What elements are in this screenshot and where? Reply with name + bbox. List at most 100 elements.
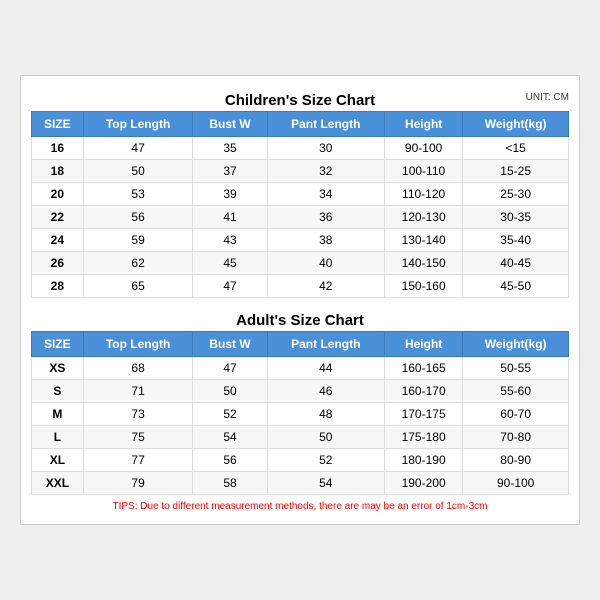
table-cell: 43 (193, 229, 267, 252)
table-row: 22564136120-13030-35 (32, 206, 569, 229)
table-cell: 50 (83, 160, 193, 183)
table-cell: 15-25 (463, 160, 569, 183)
table-cell: L (32, 426, 84, 449)
table-cell: 50 (193, 380, 267, 403)
table-cell: 16 (32, 137, 84, 160)
table-cell: 71 (83, 380, 193, 403)
table-cell: 50 (267, 426, 384, 449)
table-row: 1647353090-100<15 (32, 137, 569, 160)
children-col-weight: Weight(kg) (463, 112, 569, 137)
table-row: 18503732100-11015-25 (32, 160, 569, 183)
children-col-height: Height (384, 112, 462, 137)
table-cell: 47 (83, 137, 193, 160)
table-cell: 70-80 (463, 426, 569, 449)
table-cell: 47 (193, 275, 267, 298)
table-cell: 175-180 (384, 426, 462, 449)
table-cell: 36 (267, 206, 384, 229)
table-cell: 42 (267, 275, 384, 298)
table-cell: 22 (32, 206, 84, 229)
table-cell: 54 (267, 472, 384, 495)
table-cell: 90-100 (384, 137, 462, 160)
table-cell: 28 (32, 275, 84, 298)
table-cell: 40-45 (463, 252, 569, 275)
table-row: 24594338130-14035-40 (32, 229, 569, 252)
table-cell: 65 (83, 275, 193, 298)
table-row: 26624540140-15040-45 (32, 252, 569, 275)
table-cell: 80-90 (463, 449, 569, 472)
adults-title-text: Adult's Size Chart (236, 312, 364, 329)
table-cell: 52 (193, 403, 267, 426)
children-title-text: Children's Size Chart (225, 92, 375, 109)
table-cell: 48 (267, 403, 384, 426)
table-cell: XS (32, 357, 84, 380)
adults-title: Adult's Size Chart (31, 306, 569, 331)
adults-header-row: SIZE Top Length Bust W Pant Length Heigh… (32, 332, 569, 357)
table-cell: 32 (267, 160, 384, 183)
table-cell: 190-200 (384, 472, 462, 495)
table-cell: XL (32, 449, 84, 472)
table-row: XL775652180-19080-90 (32, 449, 569, 472)
table-cell: 90-100 (463, 472, 569, 495)
adults-col-size: SIZE (32, 332, 84, 357)
children-header-row: SIZE Top Length Bust W Pant Length Heigh… (32, 112, 569, 137)
table-cell: 50-55 (463, 357, 569, 380)
tips-text: TIPS: Due to different measurement metho… (31, 495, 569, 514)
table-cell: 40 (267, 252, 384, 275)
table-cell: 60-70 (463, 403, 569, 426)
table-cell: 18 (32, 160, 84, 183)
table-cell: 30 (267, 137, 384, 160)
table-cell: 58 (193, 472, 267, 495)
table-row: S715046160-17055-60 (32, 380, 569, 403)
table-cell: 38 (267, 229, 384, 252)
adults-table: SIZE Top Length Bust W Pant Length Heigh… (31, 331, 569, 495)
children-col-size: SIZE (32, 112, 84, 137)
table-cell: 41 (193, 206, 267, 229)
children-table: SIZE Top Length Bust W Pant Length Heigh… (31, 111, 569, 298)
table-cell: 54 (193, 426, 267, 449)
table-cell: 160-170 (384, 380, 462, 403)
table-cell: XXL (32, 472, 84, 495)
table-cell: 56 (193, 449, 267, 472)
table-cell: 140-150 (384, 252, 462, 275)
children-title: Children's Size Chart UNIT: CM (31, 86, 569, 111)
table-cell: 130-140 (384, 229, 462, 252)
table-cell: 25-30 (463, 183, 569, 206)
table-cell: 30-35 (463, 206, 569, 229)
children-col-top-length: Top Length (83, 112, 193, 137)
children-col-bust-w: Bust W (193, 112, 267, 137)
table-cell: 56 (83, 206, 193, 229)
table-cell: 45 (193, 252, 267, 275)
table-cell: 160-165 (384, 357, 462, 380)
table-row: 20533934110-12025-30 (32, 183, 569, 206)
table-cell: 170-175 (384, 403, 462, 426)
table-cell: 180-190 (384, 449, 462, 472)
chart-container: Children's Size Chart UNIT: CM SIZE Top … (20, 75, 580, 525)
children-col-pant-length: Pant Length (267, 112, 384, 137)
table-cell: 47 (193, 357, 267, 380)
table-cell: 35 (193, 137, 267, 160)
table-row: XS684744160-16550-55 (32, 357, 569, 380)
table-cell: 62 (83, 252, 193, 275)
adults-col-bust-w: Bust W (193, 332, 267, 357)
table-row: 28654742150-16045-50 (32, 275, 569, 298)
table-row: XXL795854190-20090-100 (32, 472, 569, 495)
table-row: L755450175-18070-80 (32, 426, 569, 449)
adults-col-pant-length: Pant Length (267, 332, 384, 357)
table-cell: 24 (32, 229, 84, 252)
table-cell: 26 (32, 252, 84, 275)
adults-col-height: Height (384, 332, 462, 357)
table-cell: 75 (83, 426, 193, 449)
unit-label: UNIT: CM (526, 92, 569, 103)
table-cell: 77 (83, 449, 193, 472)
table-cell: 79 (83, 472, 193, 495)
adults-col-weight: Weight(kg) (463, 332, 569, 357)
table-cell: 120-130 (384, 206, 462, 229)
table-cell: <15 (463, 137, 569, 160)
table-cell: 73 (83, 403, 193, 426)
table-cell: 55-60 (463, 380, 569, 403)
table-cell: M (32, 403, 84, 426)
table-cell: 150-160 (384, 275, 462, 298)
table-cell: 110-120 (384, 183, 462, 206)
table-cell: 68 (83, 357, 193, 380)
table-cell: S (32, 380, 84, 403)
